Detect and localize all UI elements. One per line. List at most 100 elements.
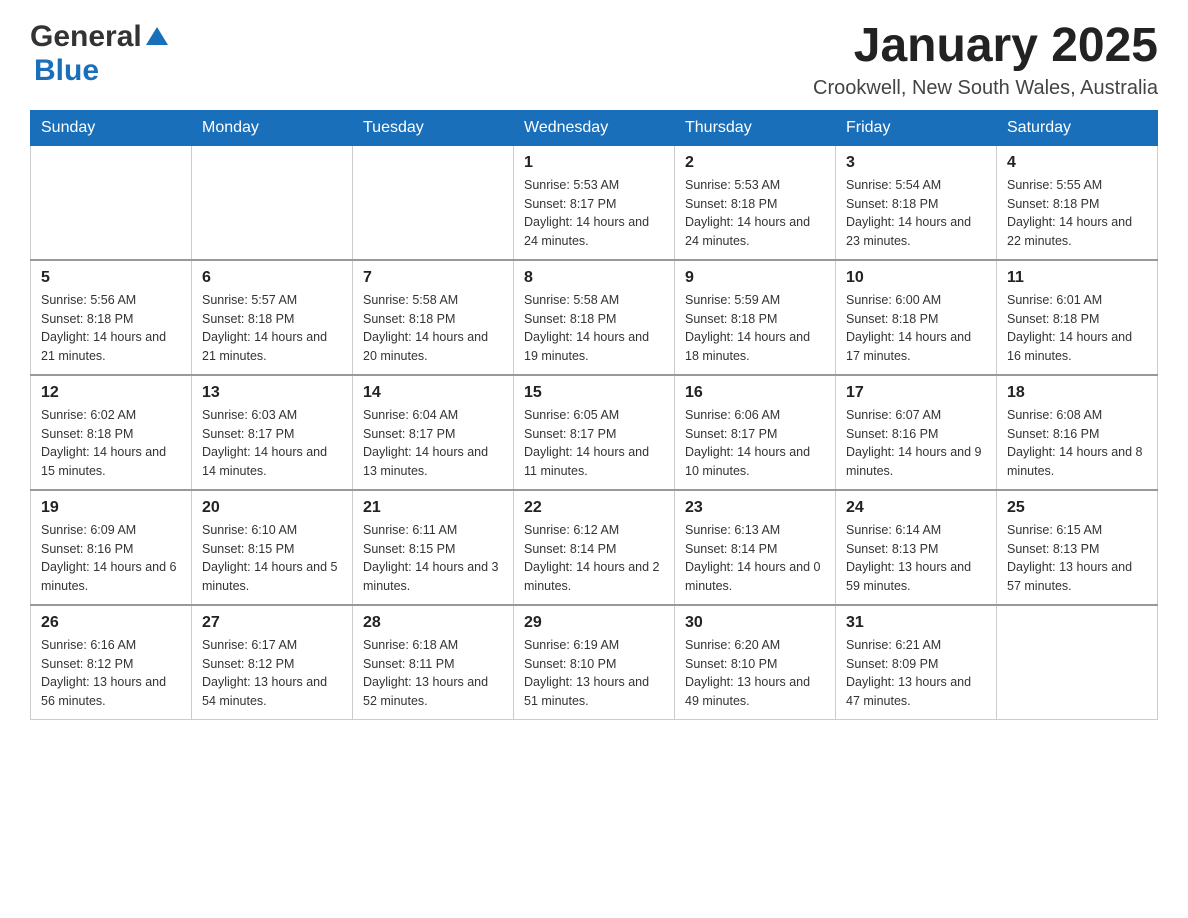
logo-triangle-icon bbox=[146, 25, 168, 47]
day-info: Sunrise: 6:01 AM Sunset: 8:18 PM Dayligh… bbox=[1007, 291, 1147, 366]
title-area: January 2025 Crookwell, New South Wales,… bbox=[813, 20, 1158, 100]
calendar-cell: 31Sunrise: 6:21 AM Sunset: 8:09 PM Dayli… bbox=[836, 605, 997, 720]
day-number: 22 bbox=[524, 499, 664, 517]
calendar-cell: 9Sunrise: 5:59 AM Sunset: 8:18 PM Daylig… bbox=[675, 260, 836, 375]
day-number: 3 bbox=[846, 154, 986, 172]
calendar-cell: 20Sunrise: 6:10 AM Sunset: 8:15 PM Dayli… bbox=[192, 490, 353, 605]
day-number: 24 bbox=[846, 499, 986, 517]
day-info: Sunrise: 6:16 AM Sunset: 8:12 PM Dayligh… bbox=[41, 636, 181, 711]
day-info: Sunrise: 6:02 AM Sunset: 8:18 PM Dayligh… bbox=[41, 406, 181, 481]
calendar-cell: 22 Sunrise: 6:12 AM Sunset: 8:14 PM Dayli… bbox=[514, 490, 675, 605]
day-info: Sunrise: 6:17 AM Sunset: 8:12 PM Dayligh… bbox=[202, 636, 342, 711]
logo: General Blue bbox=[30, 20, 168, 88]
day-number: 15 bbox=[524, 384, 664, 402]
day-info: Sunrise: 5:54 AM Sunset: 8:18 PM Dayligh… bbox=[846, 176, 986, 251]
column-header-sunday: Sunday bbox=[31, 110, 192, 145]
day-info: Sunrise: 6:20 AM Sunset: 8:10 PM Dayligh… bbox=[685, 636, 825, 711]
logo-general-text: General bbox=[30, 20, 142, 54]
day-number: 5 bbox=[41, 269, 181, 287]
calendar-cell bbox=[31, 145, 192, 260]
calendar-week-row: 5 Sunrise: 5:56 AM Sunset: 8:18 PM Daylig… bbox=[31, 260, 1158, 375]
day-info: Sunrise: 6:19 AM Sunset: 8:10 PM Dayligh… bbox=[524, 636, 664, 711]
day-info: Sunrise: 6:05 AM Sunset: 8:17 PM Dayligh… bbox=[524, 406, 664, 481]
day-info: Sunrise: 5:57 AM Sunset: 8:18 PM Dayligh… bbox=[202, 291, 342, 366]
day-number: 21 bbox=[363, 499, 503, 517]
calendar-cell: 19Sunrise: 6:09 AM Sunset: 8:16 PM Dayli… bbox=[31, 490, 192, 605]
calendar-week-row: 19Sunrise: 6:09 AM Sunset: 8:16 PM Dayli… bbox=[31, 490, 1158, 605]
day-number: 8 bbox=[524, 269, 664, 287]
page-header: General Blue January 2025 Crookwell, New… bbox=[30, 20, 1158, 100]
calendar-cell: 17 Sunrise: 6:07 AM Sunset: 8:16 PM Dayli… bbox=[836, 375, 997, 490]
day-number: 4 bbox=[1007, 154, 1147, 172]
day-number: 14 bbox=[363, 384, 503, 402]
day-info: Sunrise: 6:07 AM Sunset: 8:16 PM Dayligh… bbox=[846, 406, 986, 481]
column-header-wednesday: Wednesday bbox=[514, 110, 675, 145]
calendar-cell: 30 Sunrise: 6:20 AM Sunset: 8:10 PM Dayli… bbox=[675, 605, 836, 720]
calendar-cell: 4 Sunrise: 5:55 AM Sunset: 8:18 PM Daylig… bbox=[997, 145, 1158, 260]
column-header-monday: Monday bbox=[192, 110, 353, 145]
calendar-cell: 7Sunrise: 5:58 AM Sunset: 8:18 PM Daylig… bbox=[353, 260, 514, 375]
calendar-cell: 16 Sunrise: 6:06 AM Sunset: 8:17 PM Dayli… bbox=[675, 375, 836, 490]
day-number: 12 bbox=[41, 384, 181, 402]
day-info: Sunrise: 6:03 AM Sunset: 8:17 PM Dayligh… bbox=[202, 406, 342, 481]
day-number: 2 bbox=[685, 154, 825, 172]
day-info: Sunrise: 6:00 AM Sunset: 8:18 PM Dayligh… bbox=[846, 291, 986, 366]
day-info: Sunrise: 5:59 AM Sunset: 8:18 PM Dayligh… bbox=[685, 291, 825, 366]
calendar-cell bbox=[192, 145, 353, 260]
day-info: Sunrise: 6:11 AM Sunset: 8:15 PM Dayligh… bbox=[363, 521, 503, 596]
day-number: 30 bbox=[685, 614, 825, 632]
calendar-cell: 23Sunrise: 6:13 AM Sunset: 8:14 PM Dayli… bbox=[675, 490, 836, 605]
calendar-cell: 2 Sunrise: 5:53 AM Sunset: 8:18 PM Daylig… bbox=[675, 145, 836, 260]
day-number: 31 bbox=[846, 614, 986, 632]
column-header-tuesday: Tuesday bbox=[353, 110, 514, 145]
calendar-cell: 8 Sunrise: 5:58 AM Sunset: 8:18 PM Daylig… bbox=[514, 260, 675, 375]
calendar-cell: 27 Sunrise: 6:17 AM Sunset: 8:12 PM Dayli… bbox=[192, 605, 353, 720]
day-info: Sunrise: 5:56 AM Sunset: 8:18 PM Dayligh… bbox=[41, 291, 181, 366]
column-header-saturday: Saturday bbox=[997, 110, 1158, 145]
calendar-cell: 18 Sunrise: 6:08 AM Sunset: 8:16 PM Dayli… bbox=[997, 375, 1158, 490]
day-info: Sunrise: 5:58 AM Sunset: 8:18 PM Dayligh… bbox=[524, 291, 664, 366]
day-info: Sunrise: 6:14 AM Sunset: 8:13 PM Dayligh… bbox=[846, 521, 986, 596]
calendar-cell: 26 Sunrise: 6:16 AM Sunset: 8:12 PM Dayli… bbox=[31, 605, 192, 720]
calendar-cell: 14Sunrise: 6:04 AM Sunset: 8:17 PM Dayli… bbox=[353, 375, 514, 490]
day-info: Sunrise: 6:08 AM Sunset: 8:16 PM Dayligh… bbox=[1007, 406, 1147, 481]
calendar-cell: 13 Sunrise: 6:03 AM Sunset: 8:17 PM Dayli… bbox=[192, 375, 353, 490]
logo-blue-text: Blue bbox=[34, 54, 99, 88]
day-number: 23 bbox=[685, 499, 825, 517]
day-info: Sunrise: 6:12 AM Sunset: 8:14 PM Dayligh… bbox=[524, 521, 664, 596]
calendar-cell: 5 Sunrise: 5:56 AM Sunset: 8:18 PM Daylig… bbox=[31, 260, 192, 375]
calendar-cell: 3 Sunrise: 5:54 AM Sunset: 8:18 PM Daylig… bbox=[836, 145, 997, 260]
day-info: Sunrise: 5:58 AM Sunset: 8:18 PM Dayligh… bbox=[363, 291, 503, 366]
page-subtitle: Crookwell, New South Wales, Australia bbox=[813, 77, 1158, 100]
day-info: Sunrise: 5:55 AM Sunset: 8:18 PM Dayligh… bbox=[1007, 176, 1147, 251]
day-number: 6 bbox=[202, 269, 342, 287]
day-number: 25 bbox=[1007, 499, 1147, 517]
calendar-header-row: SundayMondayTuesdayWednesdayThursdayFrid… bbox=[31, 110, 1158, 145]
day-number: 18 bbox=[1007, 384, 1147, 402]
day-number: 16 bbox=[685, 384, 825, 402]
day-number: 26 bbox=[41, 614, 181, 632]
day-number: 13 bbox=[202, 384, 342, 402]
calendar-week-row: 1 Sunrise: 5:53 AM Sunset: 8:17 PM Daylig… bbox=[31, 145, 1158, 260]
calendar-cell: 21 Sunrise: 6:11 AM Sunset: 8:15 PM Dayli… bbox=[353, 490, 514, 605]
calendar-cell: 1 Sunrise: 5:53 AM Sunset: 8:17 PM Daylig… bbox=[514, 145, 675, 260]
day-info: Sunrise: 5:53 AM Sunset: 8:18 PM Dayligh… bbox=[685, 176, 825, 251]
calendar-cell bbox=[997, 605, 1158, 720]
calendar-week-row: 26 Sunrise: 6:16 AM Sunset: 8:12 PM Dayli… bbox=[31, 605, 1158, 720]
day-number: 10 bbox=[846, 269, 986, 287]
day-number: 17 bbox=[846, 384, 986, 402]
day-info: Sunrise: 6:18 AM Sunset: 8:11 PM Dayligh… bbox=[363, 636, 503, 711]
calendar-table: SundayMondayTuesdayWednesdayThursdayFrid… bbox=[30, 110, 1158, 720]
day-info: Sunrise: 5:53 AM Sunset: 8:17 PM Dayligh… bbox=[524, 176, 664, 251]
day-info: Sunrise: 6:09 AM Sunset: 8:16 PM Dayligh… bbox=[41, 521, 181, 596]
day-info: Sunrise: 6:06 AM Sunset: 8:17 PM Dayligh… bbox=[685, 406, 825, 481]
calendar-cell: 11Sunrise: 6:01 AM Sunset: 8:18 PM Dayli… bbox=[997, 260, 1158, 375]
day-number: 1 bbox=[524, 154, 664, 172]
column-header-thursday: Thursday bbox=[675, 110, 836, 145]
calendar-cell: 25Sunrise: 6:15 AM Sunset: 8:13 PM Dayli… bbox=[997, 490, 1158, 605]
calendar-cell: 6 Sunrise: 5:57 AM Sunset: 8:18 PM Daylig… bbox=[192, 260, 353, 375]
day-number: 28 bbox=[363, 614, 503, 632]
page-title: January 2025 bbox=[813, 20, 1158, 73]
day-number: 20 bbox=[202, 499, 342, 517]
day-number: 27 bbox=[202, 614, 342, 632]
